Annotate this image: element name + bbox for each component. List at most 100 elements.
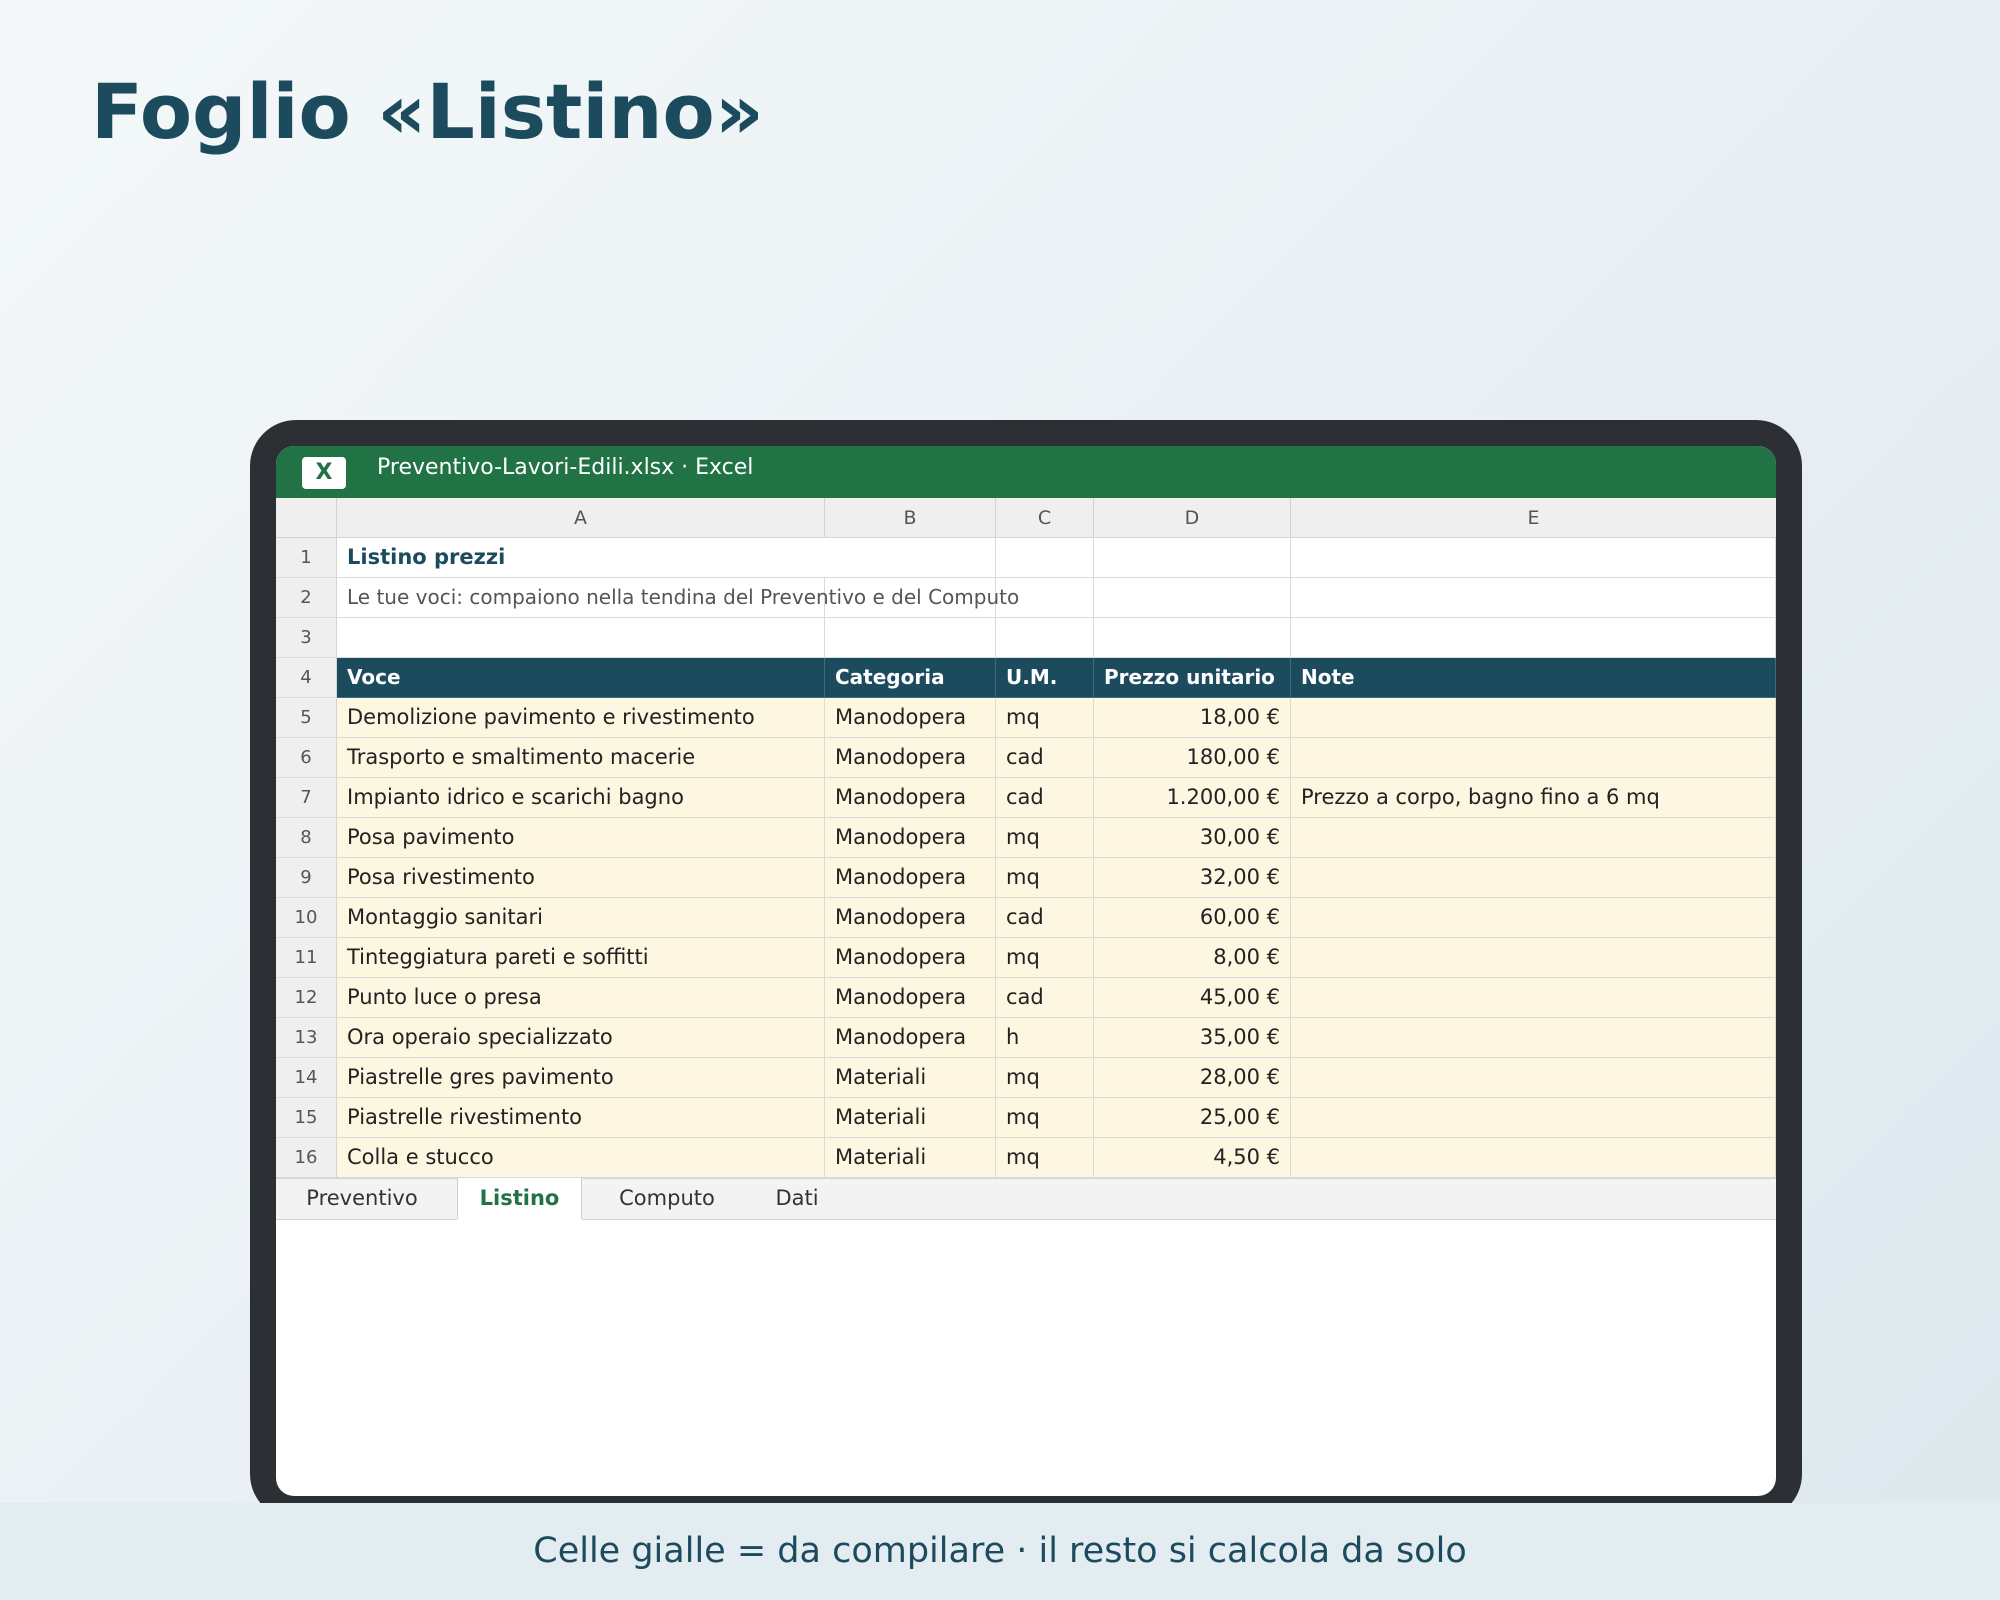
cell[interactable] [1094,578,1291,618]
header-categoria[interactable]: Categoria [825,658,996,698]
cell-voce[interactable]: Impianto idrico e scarichi bagno [337,778,825,818]
cell-um[interactable]: mq [996,818,1094,858]
row-header[interactable]: 9 [276,858,337,898]
column-header-c[interactable]: C [996,498,1094,538]
cell-um[interactable]: mq [996,1058,1094,1098]
cell-note[interactable] [1291,818,1776,858]
cell-voce[interactable]: Colla e stucco [337,1138,825,1178]
cell-categoria[interactable]: Manodopera [825,778,996,818]
row-header[interactable]: 11 [276,938,337,978]
row-header[interactable]: 14 [276,1058,337,1098]
cell-categoria[interactable]: Manodopera [825,1018,996,1058]
cell[interactable] [337,618,825,658]
cell-note[interactable] [1291,1138,1776,1178]
cell-um[interactable]: cad [996,778,1094,818]
header-um[interactable]: U.M. [996,658,1094,698]
column-header-b[interactable]: B [825,498,996,538]
cell-prezzo[interactable]: 45,00 € [1094,978,1291,1018]
tab-listino[interactable]: Listino [457,1178,582,1220]
cell-um[interactable]: mq [996,698,1094,738]
sheet-subtitle-cell[interactable]: Le tue voci: compaiono nella tendina del… [337,578,1019,618]
cell-note[interactable]: Prezzo a corpo, bagno fino a 6 mq [1291,778,1776,818]
tab-dati[interactable]: Dati [746,1178,848,1220]
cell-prezzo[interactable]: 8,00 € [1094,938,1291,978]
cell-um[interactable]: cad [996,738,1094,778]
cell-note[interactable] [1291,898,1776,938]
cell-voce[interactable]: Posa rivestimento [337,858,825,898]
cell-prezzo[interactable]: 30,00 € [1094,818,1291,858]
row-header[interactable]: 8 [276,818,337,858]
row-header[interactable]: 16 [276,1138,337,1178]
cell-prezzo[interactable]: 32,00 € [1094,858,1291,898]
row-header[interactable]: 15 [276,1098,337,1138]
cell-voce[interactable]: Ora operaio specializzato [337,1018,825,1058]
cell-voce[interactable]: Punto luce o presa [337,978,825,1018]
cell-voce[interactable]: Tinteggiatura pareti e soffitti [337,938,825,978]
cell[interactable] [1094,538,1291,578]
row-header[interactable]: 6 [276,738,337,778]
cell-prezzo[interactable]: 25,00 € [1094,1098,1291,1138]
tab-computo[interactable]: Computo [602,1178,732,1220]
row-header[interactable]: 13 [276,1018,337,1058]
cell-voce[interactable]: Trasporto e smaltimento macerie [337,738,825,778]
cell-note[interactable] [1291,1018,1776,1058]
cell-note[interactable] [1291,738,1776,778]
cell-note[interactable] [1291,1058,1776,1098]
column-header-e[interactable]: E [1291,498,1776,538]
select-all-corner[interactable] [276,498,337,538]
cell-categoria[interactable]: Materiali [825,1138,996,1178]
cell[interactable] [1291,618,1776,658]
cell-categoria[interactable]: Materiali [825,1098,996,1138]
row-header[interactable]: 3 [276,618,337,658]
cell[interactable] [825,618,996,658]
cell-um[interactable]: mq [996,1138,1094,1178]
cell-voce[interactable]: Piastrelle gres pavimento [337,1058,825,1098]
header-prezzo-unitario[interactable]: Prezzo unitario [1094,658,1291,698]
cell-categoria[interactable]: Manodopera [825,898,996,938]
row-header[interactable]: 10 [276,898,337,938]
cell-categoria[interactable]: Manodopera [825,938,996,978]
row-header[interactable]: 2 [276,578,337,618]
cell[interactable] [1094,618,1291,658]
column-header-a[interactable]: A [337,498,825,538]
cell-prezzo[interactable]: 180,00 € [1094,738,1291,778]
cell-um[interactable]: mq [996,1098,1094,1138]
cell-prezzo[interactable]: 18,00 € [1094,698,1291,738]
column-header-d[interactable]: D [1094,498,1291,538]
cell-categoria[interactable]: Manodopera [825,978,996,1018]
cell-voce[interactable]: Montaggio sanitari [337,898,825,938]
row-header[interactable]: 7 [276,778,337,818]
cell-categoria[interactable]: Manodopera [825,858,996,898]
cell-note[interactable] [1291,858,1776,898]
cell-um[interactable]: h [996,1018,1094,1058]
cell[interactable] [825,538,996,578]
cell-voce[interactable]: Piastrelle rivestimento [337,1098,825,1138]
cell-note[interactable] [1291,938,1776,978]
sheet-title-cell[interactable]: Listino prezzi [337,538,825,578]
cell-prezzo[interactable]: 4,50 € [1094,1138,1291,1178]
cell-voce[interactable]: Posa pavimento [337,818,825,858]
cell-um[interactable]: mq [996,938,1094,978]
cell-note[interactable] [1291,698,1776,738]
cell-um[interactable]: mq [996,858,1094,898]
cell[interactable] [1291,538,1776,578]
header-voce[interactable]: Voce [337,658,825,698]
cell-prezzo[interactable]: 28,00 € [1094,1058,1291,1098]
cell-categoria[interactable]: Manodopera [825,818,996,858]
cell-um[interactable]: cad [996,898,1094,938]
row-header[interactable]: 1 [276,538,337,578]
cell[interactable] [996,538,1094,578]
cell[interactable] [1291,578,1776,618]
cell-prezzo[interactable]: 60,00 € [1094,898,1291,938]
cell-categoria[interactable]: Materiali [825,1058,996,1098]
row-header[interactable]: 5 [276,698,337,738]
row-header[interactable]: 4 [276,658,337,698]
cell-um[interactable]: cad [996,978,1094,1018]
cell-note[interactable] [1291,1098,1776,1138]
cell[interactable] [996,618,1094,658]
header-note[interactable]: Note [1291,658,1776,698]
cell-note[interactable] [1291,978,1776,1018]
cell-voce[interactable]: Demolizione pavimento e rivestimento [337,698,825,738]
cell-categoria[interactable]: Manodopera [825,738,996,778]
row-header[interactable]: 12 [276,978,337,1018]
